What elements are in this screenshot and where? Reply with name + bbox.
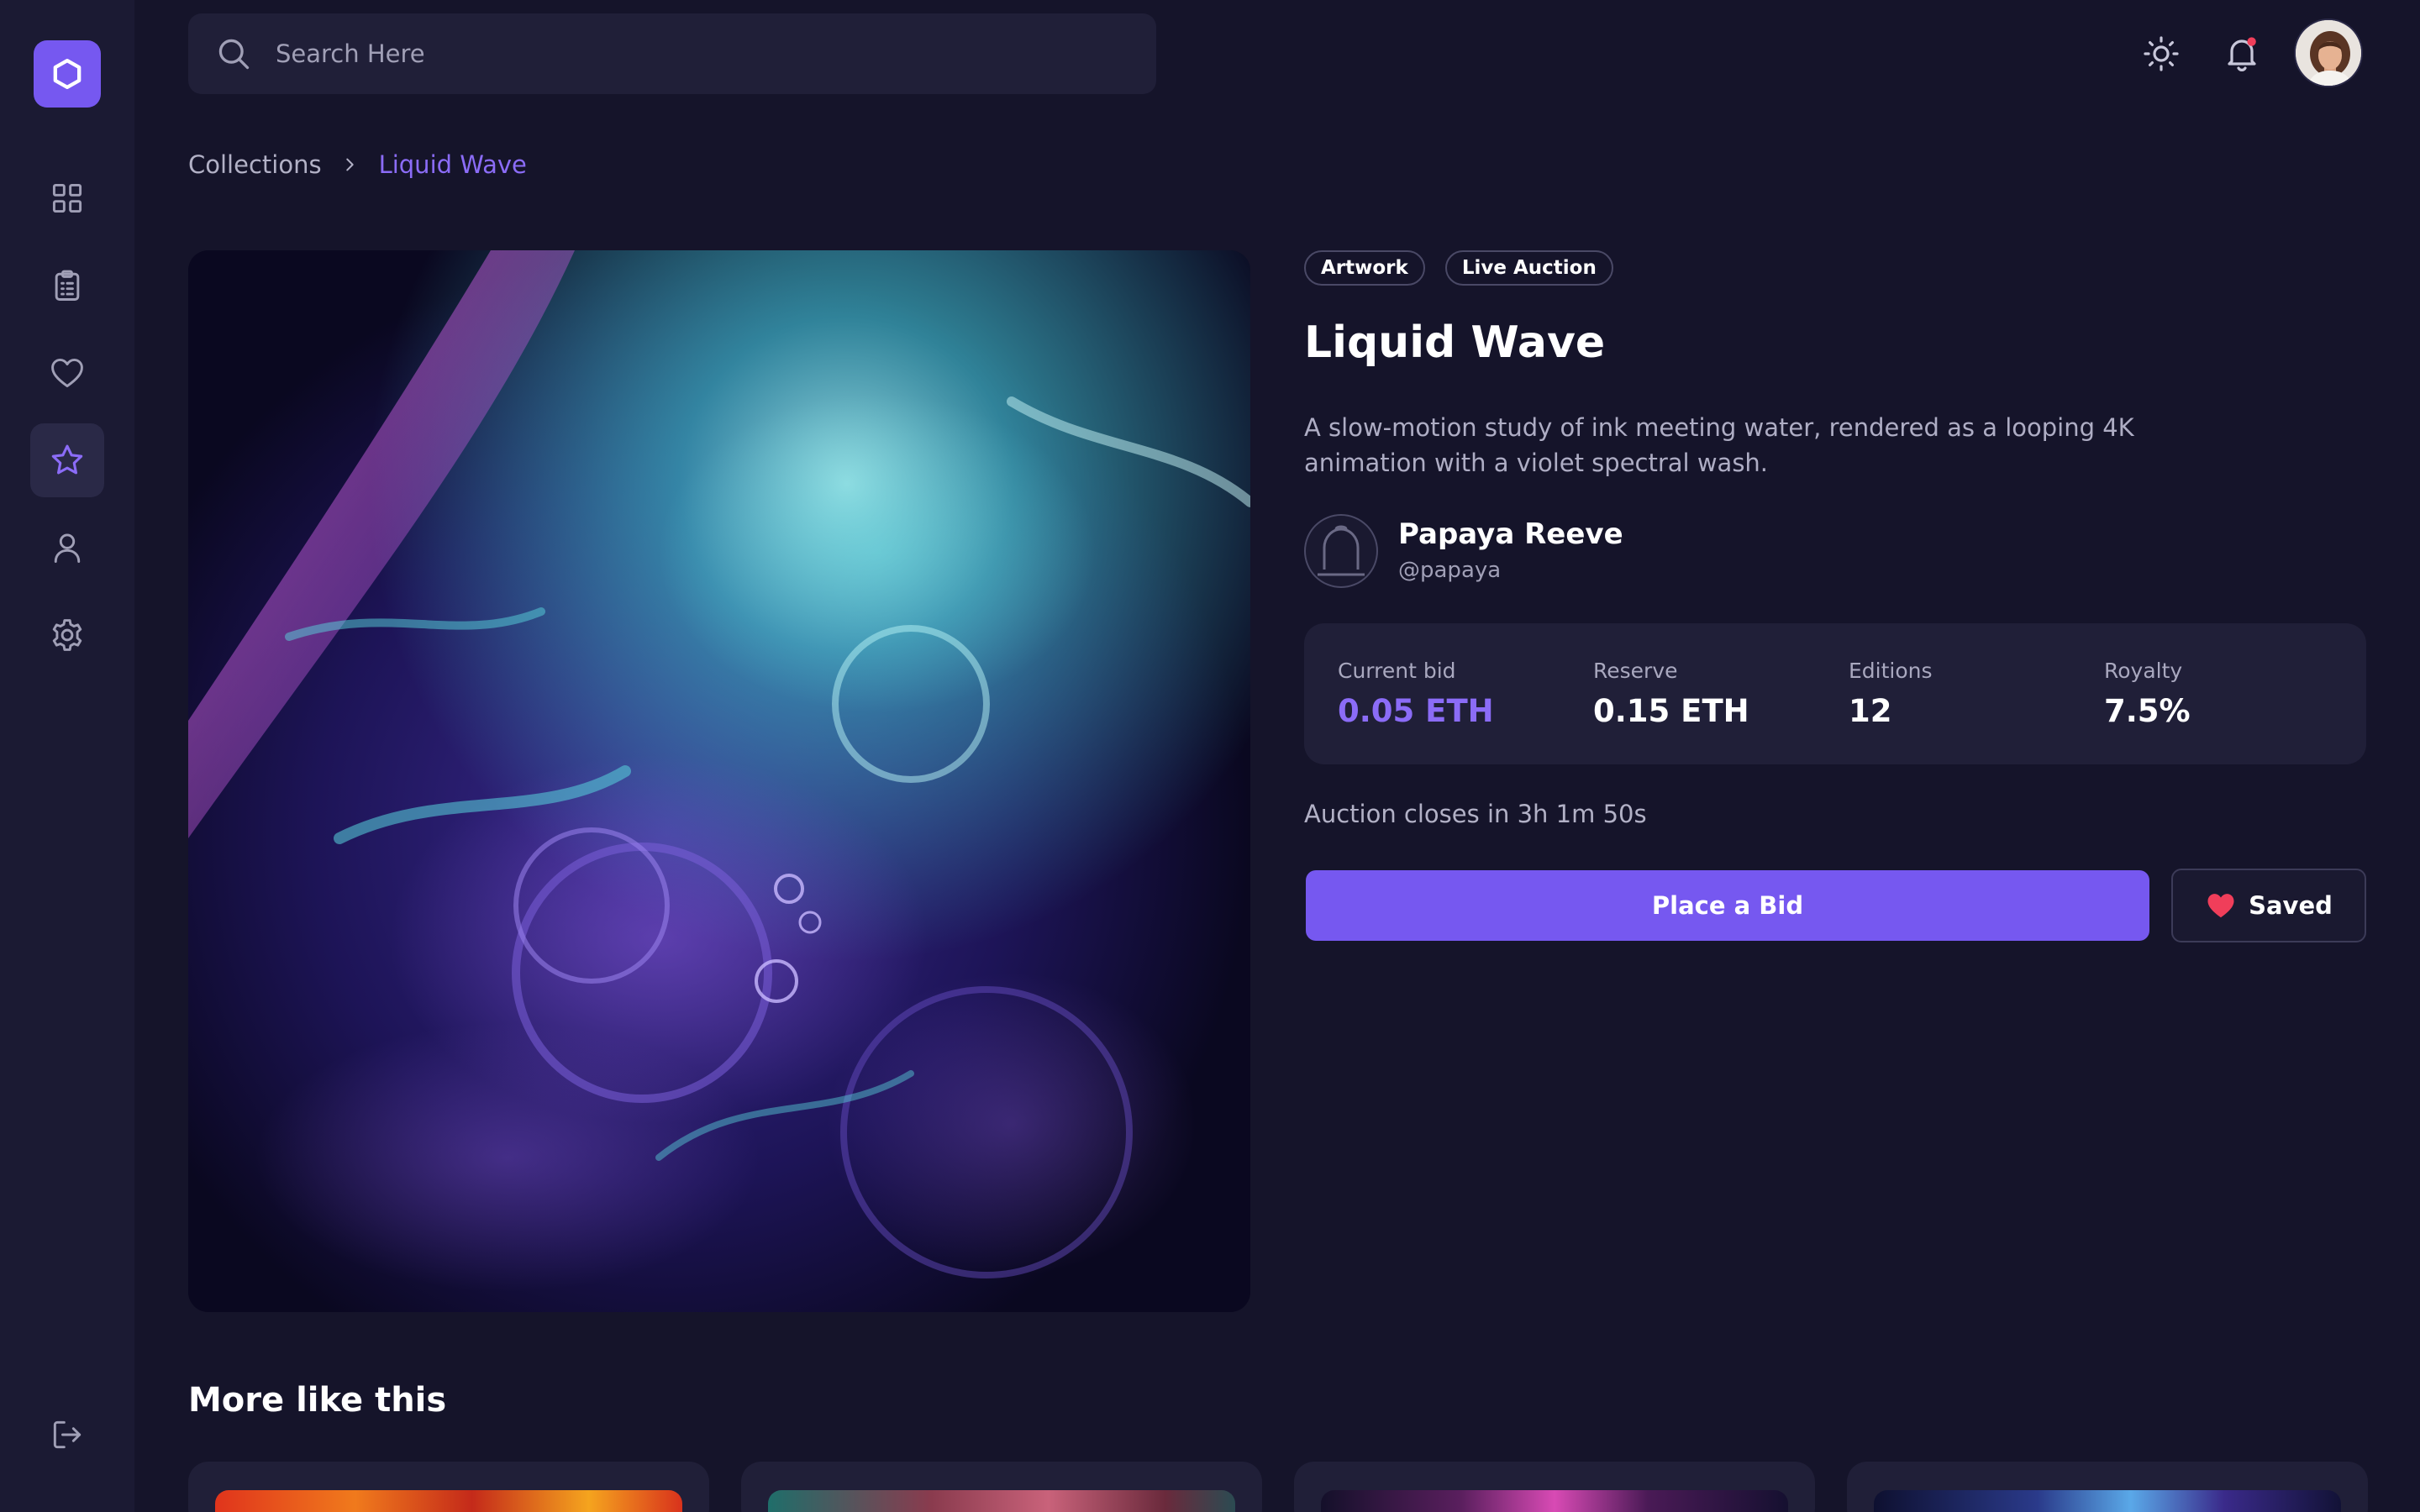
search-icon <box>218 39 250 70</box>
sidebar-item-profile[interactable] <box>30 511 104 585</box>
app: Collections Liquid Wave <box>0 0 2420 1512</box>
stat-editions: Editions 12 <box>1849 659 1933 729</box>
sidebar <box>0 0 134 1512</box>
saved-label: Saved <box>2249 891 2333 920</box>
auction-stats-panel: Current bid 0.05 ETH Reserve 0.15 ETH Ed… <box>1304 623 2366 764</box>
related-card-image <box>215 1490 682 1512</box>
gear-icon <box>52 619 82 651</box>
related-card[interactable] <box>1294 1462 1815 1512</box>
avatar[interactable] <box>2294 18 2363 87</box>
tag-live-auction[interactable]: Live Auction <box>1444 250 1613 286</box>
sun-icon[interactable] <box>2141 34 2181 74</box>
stat-value: 0.05 ETH <box>1338 693 1494 729</box>
creator-name[interactable]: Papaya Reeve <box>1398 517 1623 551</box>
stat-royalty: Royalty 7.5% <box>2104 659 2191 729</box>
breadcrumb-current: Liquid Wave <box>378 150 527 179</box>
hexagon-logo[interactable] <box>34 40 101 108</box>
sidebar-item-settings[interactable] <box>30 598 104 672</box>
tag-list: Artwork Live Auction <box>1304 250 1613 286</box>
related-card[interactable] <box>1847 1462 2368 1512</box>
breadcrumb: Collections Liquid Wave <box>188 148 527 181</box>
breadcrumb-link-collections[interactable]: Collections <box>188 150 322 179</box>
heart-icon <box>51 358 83 388</box>
tag-artwork[interactable]: Artwork <box>1304 250 1425 286</box>
sidebar-item-dashboard[interactable] <box>30 161 104 235</box>
artwork-description: A slow-motion study of ink meeting water… <box>1304 413 2134 477</box>
related-card-image <box>1874 1490 2341 1512</box>
user-icon <box>54 533 81 563</box>
heart-filled-icon <box>2207 894 2234 918</box>
bell-icon[interactable] <box>2222 34 2262 74</box>
search-input[interactable] <box>276 39 1032 68</box>
stat-reserve: Reserve 0.15 ETH <box>1593 659 1749 729</box>
related-card[interactable] <box>741 1462 1262 1512</box>
creator-handle: @papaya <box>1398 558 1502 583</box>
grid-icon <box>52 183 82 213</box>
stat-value: 7.5% <box>2104 693 2191 729</box>
page-title: Liquid Wave <box>1304 318 1606 368</box>
saved-button[interactable]: Saved <box>2171 869 2366 942</box>
search-bar[interactable] <box>188 13 1156 94</box>
clipboard-icon <box>55 270 80 301</box>
sidebar-item-tasks[interactable] <box>30 249 104 323</box>
logout-button[interactable] <box>30 1398 104 1472</box>
star-icon <box>51 444 83 475</box>
related-card[interactable] <box>188 1462 709 1512</box>
chevron-right-icon <box>340 155 359 174</box>
stat-label: Editions <box>1849 659 1933 683</box>
auction-timer: Auction closes in 3h 1m 50s <box>1304 800 1647 828</box>
logout-icon <box>53 1420 82 1449</box>
section-title-more: More like this <box>188 1381 447 1420</box>
stat-value: 12 <box>1849 693 1892 729</box>
related-card-image <box>768 1490 1235 1512</box>
related-card-image <box>1321 1490 1788 1512</box>
stat-label: Royalty <box>2104 659 2183 683</box>
creator-avatar[interactable] <box>1304 514 1378 588</box>
stat-label: Reserve <box>1593 659 1678 683</box>
artwork-image <box>188 250 1250 1312</box>
sidebar-item-favorites[interactable] <box>30 336 104 410</box>
stat-current-bid: Current bid 0.05 ETH <box>1338 659 1494 729</box>
sidebar-item-starred[interactable] <box>30 423 104 497</box>
place-bid-button[interactable]: Place a Bid <box>1306 870 2149 941</box>
stat-value: 0.15 ETH <box>1593 693 1749 729</box>
stat-label: Current bid <box>1338 659 1456 683</box>
